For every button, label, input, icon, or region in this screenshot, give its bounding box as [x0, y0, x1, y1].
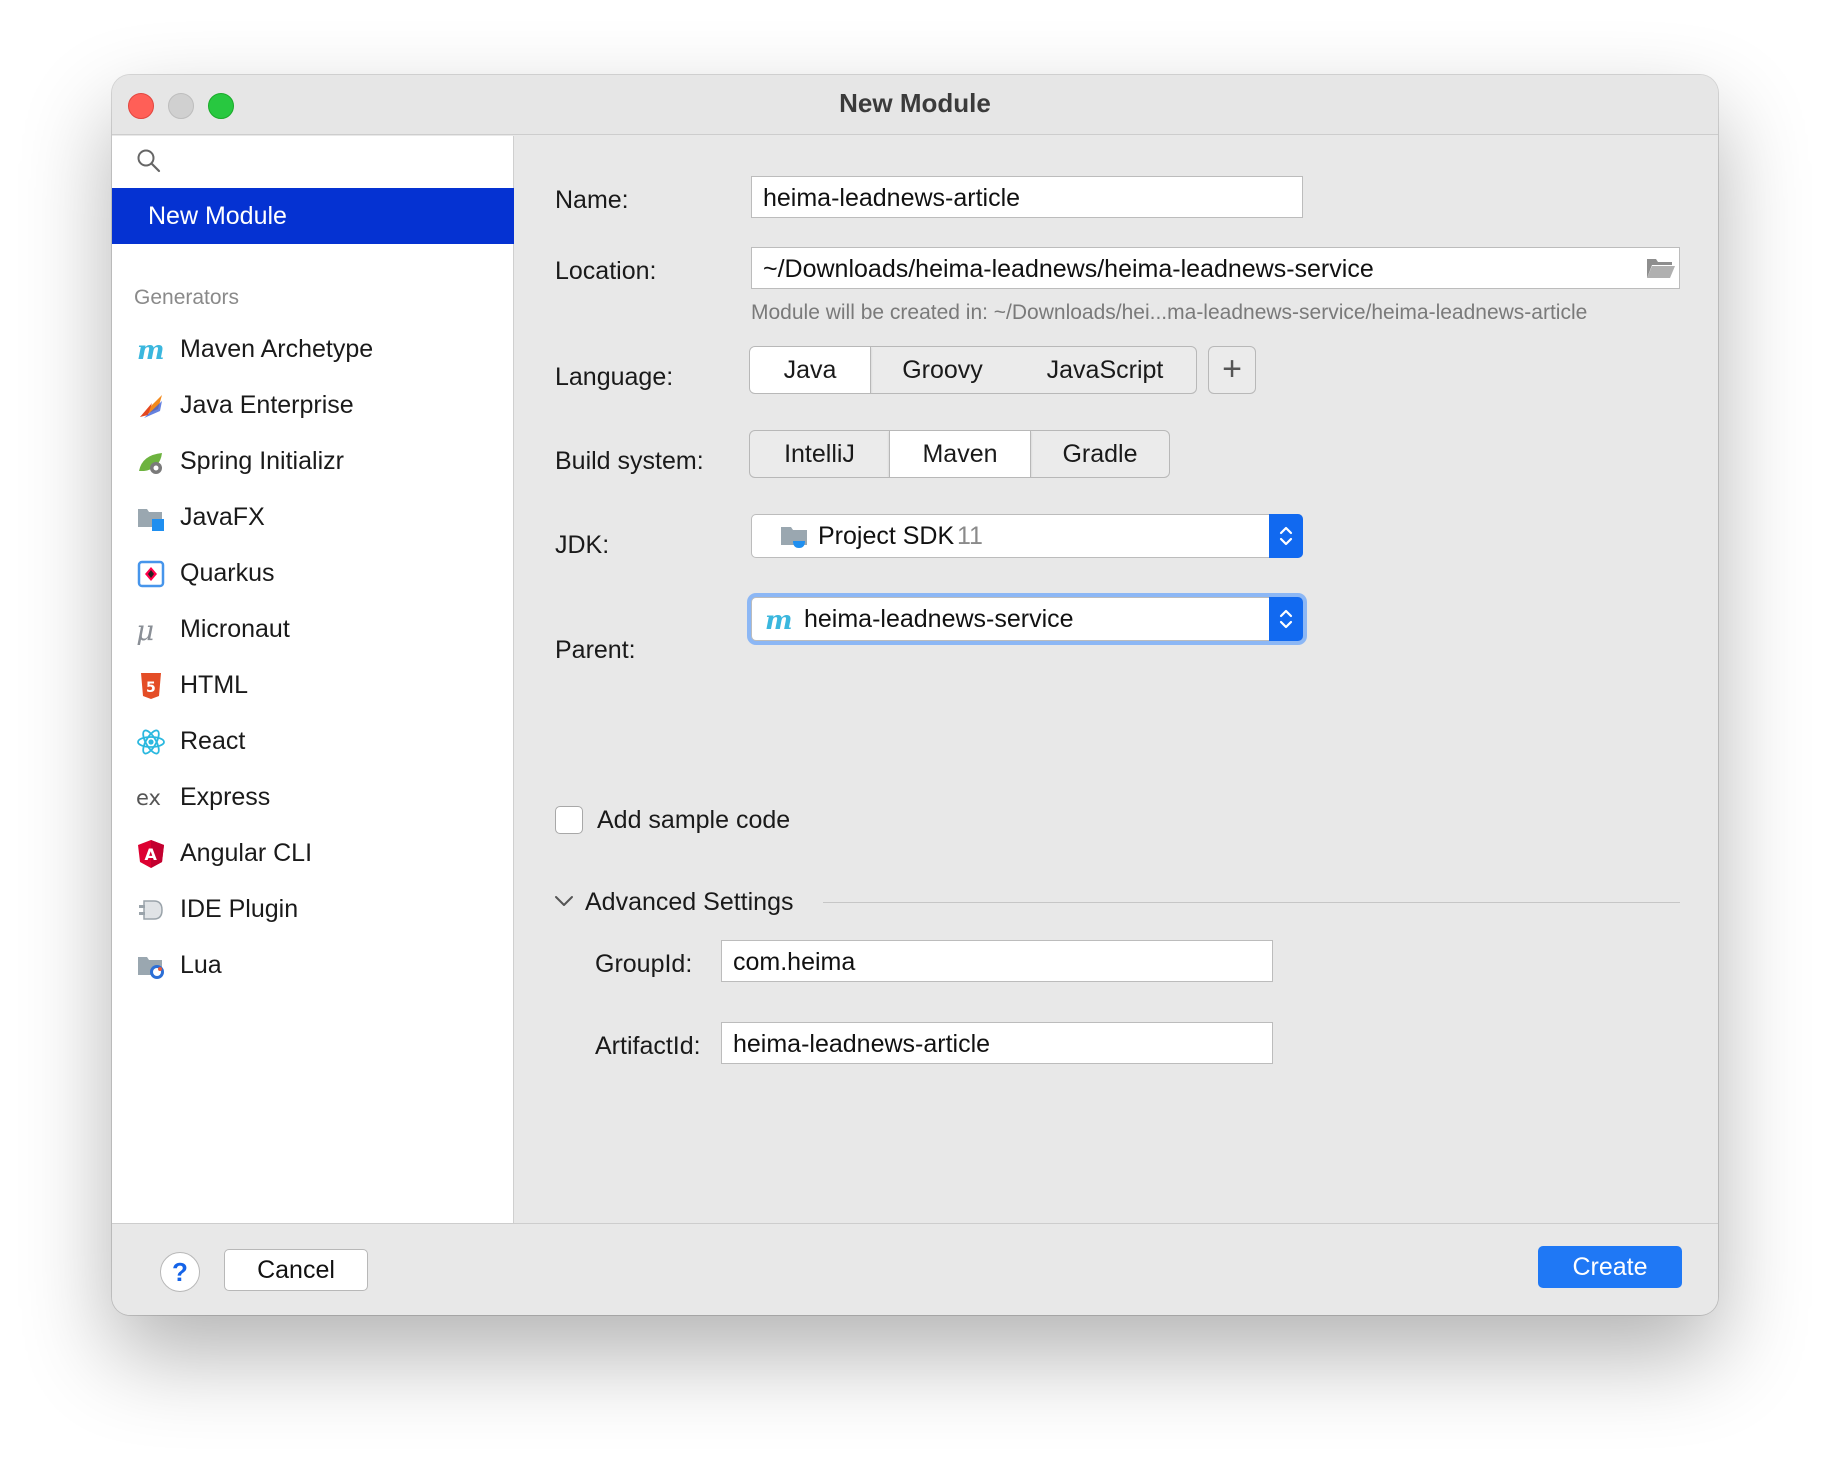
svg-text:μ: μ: [136, 615, 154, 645]
react-icon: [137, 729, 165, 755]
main-panel: Name: heima-leadnews-article Location: ~…: [515, 136, 1718, 1223]
language-option-groovy[interactable]: Groovy: [871, 347, 1014, 393]
build-option-maven[interactable]: Maven: [889, 431, 1031, 477]
location-label: Location:: [555, 257, 657, 285]
name-label: Name:: [555, 186, 629, 214]
language-segmented-control: Java Groovy JavaScript: [749, 346, 1197, 394]
language-option-javascript[interactable]: JavaScript: [1014, 347, 1196, 393]
generator-label: Lua: [180, 951, 222, 979]
sidebar-item-express[interactable]: ex Express: [112, 769, 514, 825]
add-sample-code-checkbox[interactable]: [555, 806, 583, 834]
sidebar-item-maven-archetype[interactable]: m Maven Archetype: [112, 321, 514, 377]
generator-label: Java Enterprise: [180, 391, 354, 419]
javafx-icon: [138, 509, 164, 531]
java-enterprise-icon: [140, 395, 162, 418]
search-icon: [137, 149, 161, 173]
generator-label: React: [180, 727, 246, 755]
name-field[interactable]: heima-leadnews-article: [751, 176, 1303, 218]
micronaut-icon: μ: [136, 615, 154, 645]
svg-text:ex: ex: [136, 786, 161, 810]
artifactid-field[interactable]: heima-leadnews-article: [721, 1022, 1273, 1064]
generator-label: IDE Plugin: [180, 895, 299, 923]
generator-label: JavaFX: [180, 503, 265, 531]
jdk-combobox[interactable]: Project SDK 11: [751, 514, 1303, 558]
location-value: ~/Downloads/heima-leadnews/heima-leadnew…: [763, 255, 1374, 283]
ide-plugin-icon: [139, 900, 163, 920]
jdk-label: JDK:: [555, 531, 610, 559]
sidebar-item-angular-cli[interactable]: A Angular CLI: [112, 825, 514, 881]
generator-label: Micronaut: [180, 615, 290, 643]
location-field[interactable]: ~/Downloads/heima-leadnews/heima-leadnew…: [751, 247, 1680, 289]
location-hint: Module will be created in: ~/Downloads/h…: [751, 301, 1588, 324]
generator-label: Maven Archetype: [180, 335, 374, 363]
sidebar-item-javafx[interactable]: JavaFX: [112, 489, 514, 545]
parent-dropdown-arrows[interactable]: [1269, 597, 1303, 641]
plus-icon: +: [1222, 350, 1242, 388]
build-option-intellij[interactable]: IntelliJ: [750, 431, 889, 477]
jdk-dropdown-arrows[interactable]: [1269, 514, 1303, 558]
add-sample-code-label: Add sample code: [597, 806, 791, 834]
dialog-footer: ? Cancel Create: [112, 1223, 1718, 1315]
svg-text:A: A: [145, 845, 158, 864]
language-label: Language:: [555, 363, 674, 391]
angular-icon: A: [138, 840, 164, 868]
sidebar-item-spring-initializr[interactable]: Spring Initializr: [112, 433, 514, 489]
artifactid-label: ArtifactId:: [595, 1032, 701, 1060]
sidebar-item-react[interactable]: React: [112, 713, 514, 769]
maven-icon: m: [765, 606, 793, 635]
jdk-version: 11: [957, 522, 983, 550]
help-button[interactable]: ?: [160, 1252, 200, 1292]
jdk-value: Project SDK: [818, 522, 955, 550]
chevron-up-down-icon: [1279, 609, 1293, 629]
svg-text:5: 5: [146, 680, 156, 696]
sidebar-item-new-module[interactable]: New Module: [112, 188, 514, 244]
parent-label: Parent:: [555, 636, 636, 664]
add-language-button[interactable]: +: [1208, 346, 1256, 394]
lua-icon: [138, 957, 164, 979]
sidebar-item-java-enterprise[interactable]: Java Enterprise: [112, 377, 514, 433]
generator-label: Express: [180, 783, 271, 811]
title-bar: New Module: [112, 75, 1718, 135]
spring-icon: [139, 453, 162, 474]
generator-label: Angular CLI: [180, 839, 313, 867]
chevron-down-icon[interactable]: [553, 893, 575, 909]
quarkus-icon: [137, 560, 165, 588]
html5-icon: 5: [141, 673, 161, 699]
sidebar-item-html[interactable]: 5 HTML: [112, 657, 514, 713]
generator-label: Quarkus: [180, 559, 275, 587]
build-system-label: Build system:: [555, 447, 704, 475]
build-system-segmented-control: IntelliJ Maven Gradle: [749, 430, 1170, 478]
sidebar-item-quarkus[interactable]: Quarkus: [112, 545, 514, 601]
section-divider: [823, 902, 1680, 903]
window-title: New Module: [839, 88, 991, 118]
chevron-up-down-icon: [1279, 526, 1293, 546]
express-icon: ex: [136, 786, 161, 810]
folder-icon[interactable]: [1646, 256, 1676, 280]
generators-list: m Maven Archetype Java Enterprise Spring…: [112, 321, 514, 993]
generator-label: Spring Initializr: [180, 447, 344, 475]
sdk-folder-icon: [781, 527, 807, 548]
svg-text:m: m: [765, 606, 793, 635]
sidebar-item-lua[interactable]: Lua: [112, 937, 514, 993]
generators-heading: Generators: [134, 286, 240, 309]
advanced-settings-toggle[interactable]: Advanced Settings: [585, 888, 793, 917]
sidebar-item-micronaut[interactable]: μ Micronaut: [112, 601, 514, 657]
parent-combobox[interactable]: m heima-leadnews-service: [751, 597, 1303, 641]
sidebar-search[interactable]: [112, 136, 514, 188]
svg-text:m: m: [137, 336, 165, 365]
sidebar-item-ide-plugin[interactable]: IDE Plugin: [112, 881, 514, 937]
sidebar: New Module Generators m Maven Archetype …: [112, 136, 514, 1223]
parent-value: heima-leadnews-service: [804, 605, 1074, 633]
language-option-java[interactable]: Java: [750, 347, 871, 393]
build-option-gradle[interactable]: Gradle: [1031, 431, 1169, 477]
cancel-button[interactable]: Cancel: [224, 1249, 368, 1291]
new-module-dialog: New Module New Module Generators m Maven…: [112, 75, 1718, 1315]
groupid-label: GroupId:: [595, 950, 693, 978]
maven-icon: m: [137, 336, 165, 365]
create-button[interactable]: Create: [1538, 1246, 1682, 1288]
generator-label: HTML: [180, 671, 249, 699]
groupid-field[interactable]: com.heima: [721, 940, 1273, 982]
